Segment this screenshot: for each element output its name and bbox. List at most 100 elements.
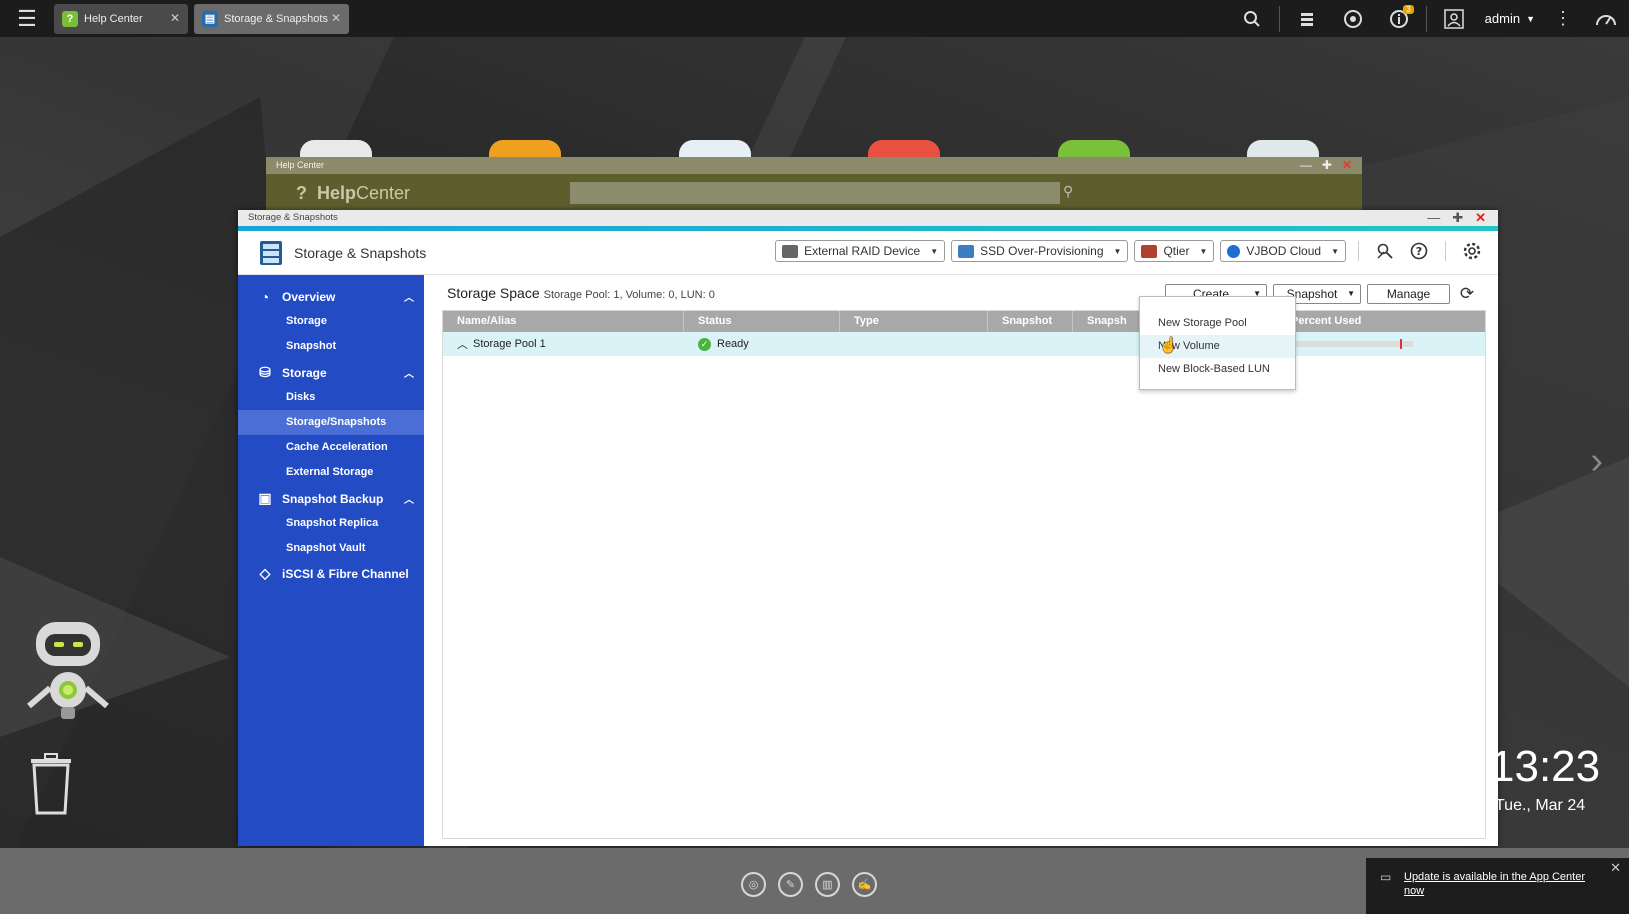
- storage-summary: Storage Pool: 1, Volume: 0, LUN: 0: [543, 289, 715, 301]
- divider: [1425, 5, 1427, 32]
- close-icon[interactable]: ✕: [170, 11, 180, 25]
- overview-icon: ◔: [260, 288, 270, 305]
- sidebar-group-storage[interactable]: ⛁ Storage ︿: [238, 360, 424, 385]
- column-header-name[interactable]: Name/Alias: [443, 311, 684, 332]
- hand-cursor-icon: ☝: [1159, 337, 1178, 354]
- update-link[interactable]: Update is available in the App Center no…: [1404, 870, 1604, 898]
- desktop-clock: 13:23: [1490, 742, 1601, 791]
- cell-name: ︿ Storage Pool 1: [457, 336, 546, 352]
- search-icon[interactable]: ⚲: [1063, 183, 1073, 200]
- table-header: Name/Alias Status Type Snapshot Snapsh y…: [443, 311, 1485, 332]
- main-menu-icon[interactable]: ☰: [0, 0, 54, 37]
- usage-progress-bar: [1287, 339, 1413, 349]
- top-taskbar: ☰ ? Help Center ✕ ▤ Storage & Snapshots …: [0, 0, 1629, 37]
- chevron-down-icon: ▼: [1199, 246, 1208, 256]
- event-notifications-icon[interactable]: 3: [1376, 0, 1422, 37]
- chevron-up-icon: ︿: [404, 495, 414, 506]
- help-logo-icon: ?: [296, 182, 307, 203]
- sidebar-group-iscsi[interactable]: ◇ iSCSI & Fibre Channel: [238, 561, 424, 586]
- sidebar-item-snapshot-overview[interactable]: Snapshot: [238, 334, 424, 359]
- help-icon[interactable]: ?: [1405, 240, 1433, 262]
- desktop-date: Tue., Mar 24: [1495, 797, 1586, 814]
- more-options-icon[interactable]: ⋮: [1543, 0, 1583, 37]
- chevron-right-icon[interactable]: ›: [1590, 440, 1603, 483]
- tab-help-center[interactable]: ? Help Center ✕: [54, 3, 188, 34]
- storage-table: Name/Alias Status Type Snapshot Snapsh y…: [442, 310, 1486, 839]
- cell-percent-used: [1277, 339, 1413, 349]
- sidebar-item-storage-overview[interactable]: Storage: [238, 309, 424, 334]
- sidebar-item-disks[interactable]: Disks: [238, 385, 424, 410]
- help-window-controls: — ✚ ✕: [1300, 157, 1352, 174]
- vjbod-cloud-button[interactable]: VJBOD Cloud ▼: [1220, 240, 1346, 262]
- refresh-icon[interactable]: ⟳: [1456, 284, 1478, 304]
- cell-status: ✓ Ready: [684, 337, 840, 351]
- divider: [1358, 241, 1359, 261]
- window-titlebar[interactable]: Storage & Snapshots — ✚ ✕: [238, 210, 1498, 226]
- database-icon: ⛁: [259, 364, 271, 380]
- minimize-icon[interactable]: —: [1427, 210, 1440, 226]
- external-raid-device-button[interactable]: External RAID Device ▼: [775, 240, 946, 262]
- maximize-icon[interactable]: ✚: [1322, 157, 1332, 174]
- minimize-icon[interactable]: —: [1300, 157, 1312, 174]
- disk-tools-icon[interactable]: [1371, 240, 1399, 262]
- window-title: Storage & Snapshots: [248, 212, 338, 223]
- close-icon[interactable]: ✕: [1475, 210, 1486, 226]
- raid-device-icon: [782, 244, 799, 258]
- ssd-over-provisioning-button[interactable]: SSD Over-Provisioning ▼: [951, 240, 1129, 262]
- close-icon[interactable]: ✕: [1342, 157, 1352, 174]
- sidebar-group-snapshot-backup[interactable]: ▣ Snapshot Backup ︿: [238, 486, 424, 511]
- dock-notes-icon[interactable]: ✍: [852, 872, 877, 897]
- column-header-status[interactable]: Status: [684, 311, 840, 332]
- help-center-icon: ?: [62, 10, 78, 27]
- ssd-icon: [958, 244, 975, 258]
- external-devices-icon[interactable]: [1330, 0, 1376, 37]
- ready-check-icon: ✓: [698, 337, 711, 351]
- sidebar-item-cache-acceleration[interactable]: Cache Acceleration: [238, 435, 424, 460]
- dock-manual-icon[interactable]: ▥: [815, 872, 840, 897]
- iscsi-icon: ◇: [259, 565, 271, 581]
- tab-label: Help Center: [84, 12, 143, 25]
- sidebar-item-snapshot-replica[interactable]: Snapshot Replica: [238, 511, 424, 536]
- trash-icon[interactable]: [27, 753, 75, 815]
- settings-gear-icon[interactable]: [1458, 240, 1486, 262]
- collapse-icon[interactable]: ︿: [457, 336, 468, 352]
- snapshot-backup-icon: ▣: [258, 490, 272, 506]
- divider: [1445, 241, 1446, 261]
- maximize-icon[interactable]: ✚: [1452, 210, 1463, 226]
- dashboard-icon[interactable]: [1583, 0, 1629, 37]
- close-icon[interactable]: ✕: [1610, 860, 1621, 876]
- user-menu[interactable]: admin ▼: [1477, 11, 1543, 26]
- user-avatar-icon[interactable]: [1431, 0, 1477, 37]
- sidebar-item-snapshot-vault[interactable]: Snapshot Vault: [238, 536, 424, 561]
- window-controls: — ✚ ✕: [1427, 210, 1486, 226]
- menu-item-new-block-based-lun[interactable]: New Block-Based LUN: [1140, 358, 1295, 381]
- background-tasks-icon[interactable]: [1284, 0, 1330, 37]
- app-header: Storage & Snapshots External RAID Device…: [238, 231, 1498, 275]
- column-header-percent-used[interactable]: Percent Used: [1277, 311, 1413, 332]
- tab-storage-snapshots[interactable]: ▤ Storage & Snapshots ✕: [194, 3, 349, 34]
- table-row[interactable]: ︿ Storage Pool 1 ✓ Ready GB: [443, 332, 1485, 356]
- storage-app-icon: ▤: [202, 10, 218, 27]
- chevron-up-icon: ︿: [404, 369, 414, 380]
- help-window-title: Help Center — ✚ ✕: [266, 157, 1362, 174]
- chevron-down-icon: ▼: [1347, 289, 1355, 298]
- dock-tools-icon[interactable]: ✎: [778, 872, 803, 897]
- qtier-button[interactable]: Qtier ▼: [1134, 240, 1215, 262]
- menu-item-new-storage-pool[interactable]: New Storage Pool: [1140, 312, 1295, 335]
- column-header-type[interactable]: Type: [840, 311, 988, 332]
- help-search-input[interactable]: [570, 182, 1060, 204]
- manage-button[interactable]: Manage: [1367, 284, 1450, 304]
- app-title: Storage & Snapshots: [294, 244, 427, 261]
- qtier-icon: [1141, 244, 1158, 258]
- search-icon[interactable]: [1229, 0, 1275, 37]
- assistant-robot-icon[interactable]: [23, 622, 113, 722]
- storage-app-icon: [260, 240, 282, 265]
- message-icon: ▭: [1380, 870, 1392, 884]
- sidebar-item-storage-snapshots[interactable]: Storage/Snapshots: [238, 410, 424, 435]
- dock-app-icon[interactable]: ◎: [741, 872, 766, 897]
- close-icon[interactable]: ✕: [331, 11, 341, 25]
- column-header-snapshot[interactable]: Snapshot: [988, 311, 1073, 332]
- sidebar-item-external-storage[interactable]: External Storage: [238, 460, 424, 485]
- storage-snapshots-window: Storage & Snapshots — ✚ ✕ Storage & Snap…: [238, 210, 1498, 846]
- sidebar-group-overview[interactable]: ◔ Overview ︿: [238, 284, 424, 309]
